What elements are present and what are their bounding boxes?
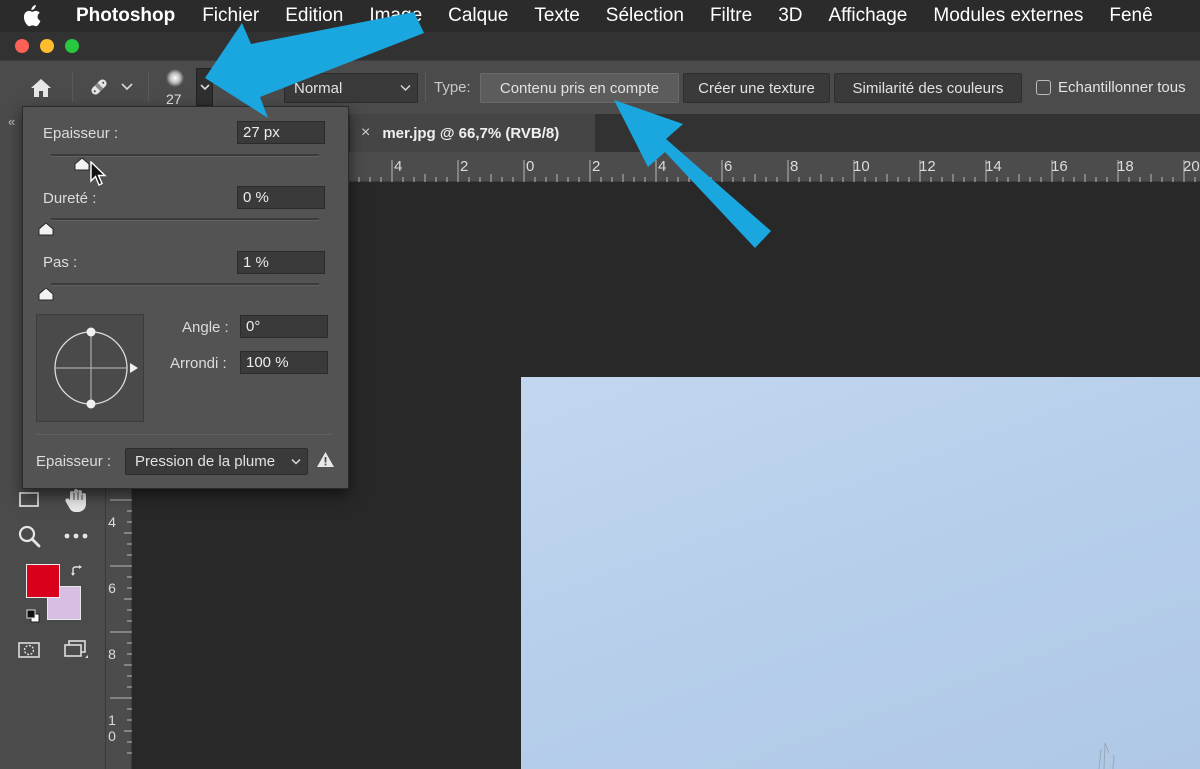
menu-3d[interactable]: 3D — [778, 0, 802, 32]
swap-colors-icon[interactable] — [68, 562, 86, 580]
brush-size-readout: 27 — [166, 91, 182, 107]
roundness-input[interactable]: 100 % — [240, 351, 328, 374]
ruler-h-label: 2 — [460, 158, 469, 175]
menu-fichier[interactable]: Fichier — [202, 0, 259, 32]
default-colors-icon[interactable] — [24, 607, 42, 625]
ruler-h-label: 20 — [1183, 158, 1200, 175]
ruler-h-label: 0 — [526, 158, 535, 175]
ruler-v-label: 4 — [108, 514, 116, 530]
type-create-texture-button[interactable]: Créer une texture — [683, 73, 830, 103]
home-icon[interactable] — [26, 74, 56, 102]
minimize-window-button[interactable] — [40, 39, 54, 53]
document-tab[interactable]: × mer.jpg @ 66,7% (RVB/8) — [350, 114, 595, 152]
angle-input[interactable]: 0° — [240, 315, 328, 338]
more-tools-icon[interactable] — [60, 521, 92, 551]
brush-angle-preview[interactable] — [36, 314, 144, 422]
ruler-h-label: 8 — [790, 158, 799, 175]
menu-bar: Photoshop Fichier Edition Image Calque T… — [0, 0, 1200, 32]
spacing-input[interactable]: 1 % — [237, 251, 325, 274]
chevron-down-icon — [291, 458, 301, 465]
size-input[interactable]: 27 px — [237, 121, 325, 144]
roundness-label: Arrondi : — [170, 355, 227, 372]
ruler-v-label: 1 0 — [108, 712, 116, 744]
ruler-h-label: 16 — [1051, 158, 1068, 175]
hardness-input[interactable]: 0 % — [237, 186, 325, 209]
warning-icon — [316, 451, 335, 473]
menu-image[interactable]: Image — [369, 0, 422, 32]
menu-fenetre[interactable]: Fenê — [1109, 0, 1152, 32]
cursor-icon — [89, 160, 107, 192]
brush-options-popup — [22, 106, 349, 489]
ruler-h-label: 6 — [724, 158, 733, 175]
close-tab-icon[interactable]: × — [361, 124, 370, 142]
ruler-h-label: 4 — [658, 158, 667, 175]
document-image[interactable] — [521, 377, 1200, 769]
zoom-window-button[interactable] — [65, 39, 79, 53]
sample-all-layers-checkbox[interactable] — [1036, 80, 1051, 95]
hardness-slider-thumb[interactable] — [38, 222, 54, 241]
hardness-label: Dureté : — [43, 190, 97, 207]
menu-calque[interactable]: Calque — [448, 0, 508, 32]
mode-select[interactable]: Normal — [284, 73, 418, 103]
apple-icon[interactable] — [0, 0, 62, 32]
collapse-panel-icon[interactable]: « — [8, 114, 15, 129]
ruler-h-label: 2 — [592, 158, 601, 175]
close-window-button[interactable] — [15, 39, 29, 53]
pressure-size-select[interactable]: Pression de la plume — [125, 448, 308, 475]
document-tab-title: mer.jpg @ 66,7% (RVB/8) — [382, 124, 560, 142]
window-titlebar — [0, 32, 1200, 60]
menu-filtre[interactable]: Filtre — [710, 0, 752, 32]
ruler-v-label: 8 — [108, 646, 116, 662]
type-label: Type: — [434, 79, 471, 96]
chevron-down-icon — [400, 84, 411, 92]
ruler-h-label: 10 — [853, 158, 870, 175]
zoom-icon[interactable] — [14, 521, 44, 551]
spacing-slider-track[interactable] — [51, 283, 319, 286]
pressure-size-label: Epaisseur : — [36, 453, 112, 470]
menu-affichage[interactable]: Affichage — [828, 0, 907, 32]
chevron-down-icon — [199, 83, 210, 90]
spacing-slider-thumb[interactable] — [38, 287, 54, 306]
foreground-color-swatch[interactable] — [26, 564, 60, 598]
menu-app-name[interactable]: Photoshop — [76, 0, 175, 32]
type-content-aware-button[interactable]: Contenu pris en compte — [480, 73, 679, 103]
spot-healing-brush-icon[interactable] — [84, 72, 114, 102]
ruler-h-label: 4 — [394, 158, 403, 175]
brush-preview-icon[interactable] — [163, 66, 187, 90]
menu-edition[interactable]: Edition — [285, 0, 343, 32]
pressure-size-value: Pression de la plume — [135, 453, 276, 470]
size-label: Epaisseur : — [43, 125, 119, 142]
mode-label: Mode : — [227, 79, 273, 96]
sample-all-layers-label: Echantillonner tous — [1058, 79, 1186, 96]
menu-modules-externes[interactable]: Modules externes — [933, 0, 1083, 32]
screen-mode-icon[interactable] — [60, 636, 92, 664]
spacing-label: Pas : — [43, 254, 78, 271]
ruler-v-label: 6 — [108, 580, 116, 596]
size-slider-thumb[interactable] — [74, 157, 90, 176]
menu-selection[interactable]: Sélection — [606, 0, 684, 32]
ruler-h-label: 12 — [919, 158, 936, 175]
chevron-down-icon[interactable] — [120, 80, 134, 94]
hardness-slider-track[interactable] — [51, 218, 319, 221]
mode-select-value: Normal — [294, 79, 343, 97]
size-slider-track[interactable] — [51, 154, 319, 157]
brush-picker-toggle[interactable] — [196, 68, 213, 106]
ruler-h-label: 14 — [985, 158, 1002, 175]
angle-label: Angle : — [182, 319, 229, 336]
menu-texte[interactable]: Texte — [534, 0, 579, 32]
type-proximity-match-button[interactable]: Similarité des couleurs — [834, 73, 1022, 103]
ruler-h-label: 18 — [1117, 158, 1134, 175]
quick-mask-icon[interactable] — [14, 636, 44, 664]
